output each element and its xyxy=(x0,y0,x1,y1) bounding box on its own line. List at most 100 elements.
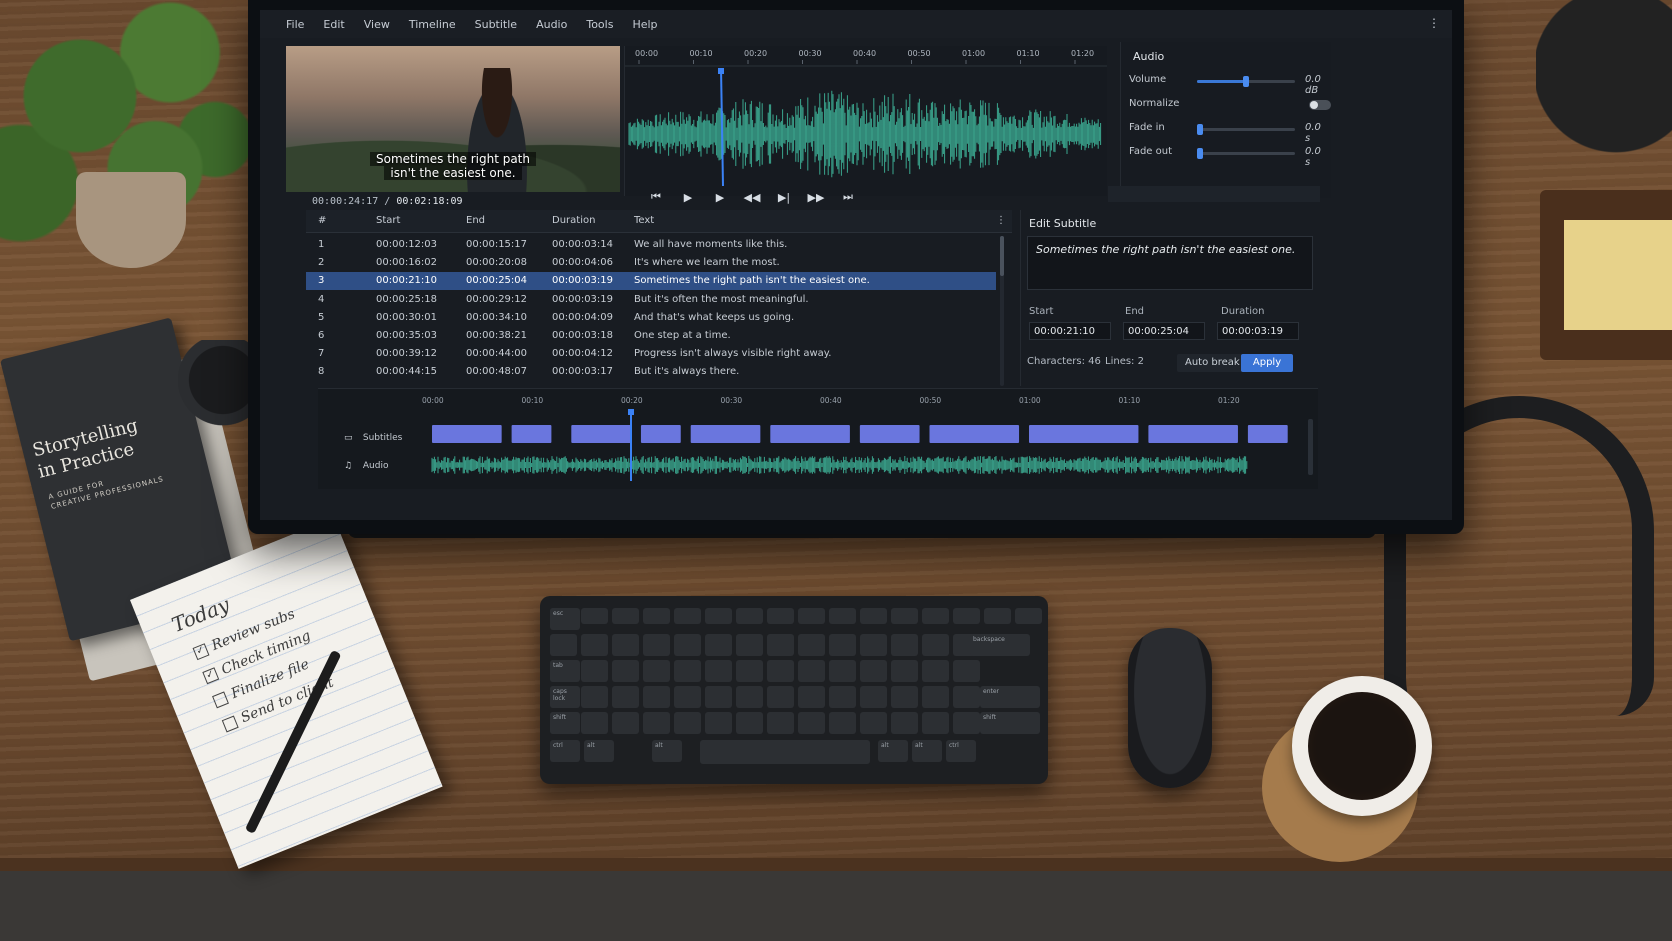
key xyxy=(705,608,732,624)
key xyxy=(643,608,670,624)
key-alt: alt xyxy=(652,740,682,762)
key xyxy=(860,686,887,708)
apply-button[interactable]: Apply xyxy=(1241,354,1293,372)
column-header-number[interactable]: # xyxy=(318,215,326,226)
key xyxy=(798,660,825,682)
fast-forward-icon[interactable]: ▶▶ xyxy=(800,191,832,204)
skip-start-icon[interactable]: ⏮ xyxy=(640,190,672,204)
timeline-ruler-label: 00:10 xyxy=(522,396,544,405)
end-field[interactable]: 00:00:25:04 xyxy=(1123,322,1205,340)
column-header-duration[interactable]: Duration xyxy=(552,215,595,226)
menu-view[interactable]: View xyxy=(364,18,390,31)
subtitle-clip[interactable] xyxy=(1148,425,1238,443)
timeline-scrollbar[interactable] xyxy=(1308,419,1313,475)
fade-out-row: Fade out 0.0 s xyxy=(1129,146,1329,168)
menu-timeline[interactable]: Timeline xyxy=(409,18,456,31)
fade-in-slider[interactable] xyxy=(1197,124,1295,135)
subtitle-text-input[interactable]: Sometimes the right path isn't the easie… xyxy=(1027,236,1313,290)
key xyxy=(705,686,732,708)
fade-out-slider[interactable] xyxy=(1197,148,1295,159)
ruler-label: 01:00 xyxy=(962,49,985,58)
normalize-toggle[interactable] xyxy=(1309,100,1331,110)
key xyxy=(736,634,763,656)
key xyxy=(953,686,980,708)
subtitle-clip[interactable] xyxy=(571,425,631,443)
column-header-start[interactable]: Start xyxy=(376,215,400,226)
time-separator: / xyxy=(384,196,391,207)
table-row[interactable]: 7 00:00:39:12 00:00:44:00 00:00:04:12 Progre… xyxy=(306,345,996,363)
rewind-icon[interactable]: ◀◀ xyxy=(736,191,768,204)
cell-end: 00:00:38:21 xyxy=(466,330,528,341)
cell-text: We all have moments like this. xyxy=(634,239,788,250)
subtitle-clip[interactable] xyxy=(1029,425,1139,443)
playhead[interactable] xyxy=(720,67,724,187)
start-field[interactable]: 00:00:21:10 xyxy=(1029,322,1111,340)
fade-out-value: 0.0 s xyxy=(1305,146,1321,168)
volume-slider[interactable] xyxy=(1197,76,1295,87)
table-row[interactable]: 4 00:00:25:18 00:00:29:12 00:00:03:19 But it… xyxy=(306,291,996,309)
menu-file[interactable]: File xyxy=(286,18,304,31)
table-scrollbar[interactable] xyxy=(1000,236,1004,386)
volume-row: Volume 0.0 dB xyxy=(1129,74,1329,96)
table-row[interactable]: 5 00:00:30:01 00:00:34:10 00:00:04:09 And th… xyxy=(306,309,996,327)
timeline-panel[interactable]: 00:00 00:10 00:20 00:30 00:40 00:50 01:00 01:10… xyxy=(318,388,1318,489)
subtitle-clip[interactable] xyxy=(929,425,1020,443)
subtitle-clip[interactable] xyxy=(511,425,552,443)
cell-start: 00:00:39:12 xyxy=(376,348,438,360)
key xyxy=(891,712,918,734)
menu-help[interactable]: Help xyxy=(632,18,657,31)
duration-field[interactable]: 00:00:03:19 xyxy=(1217,322,1299,340)
normalize-row: Normalize xyxy=(1129,98,1331,114)
table-row[interactable]: 6 00:00:35:03 00:00:38:21 00:00:03:18 One st… xyxy=(306,327,996,345)
video-preview[interactable]: Sometimes the right path isn't the easie… xyxy=(286,46,620,192)
table-row[interactable]: 8 00:00:44:15 00:00:48:07 00:00:03:17 But it… xyxy=(306,363,996,381)
table-row[interactable]: 3 00:00:21:10 00:00:25:04 00:00:03:19 Someti… xyxy=(306,272,996,291)
skip-end-icon[interactable]: ⏭ xyxy=(832,190,864,204)
key xyxy=(581,608,608,624)
menu-tools[interactable]: Tools xyxy=(586,18,613,31)
waveform-panel[interactable]: 00:00 00:10 00:20 00:30 00:40 00:50 01:00 01:10… xyxy=(624,46,1107,196)
subtitle-clip[interactable] xyxy=(1247,425,1288,443)
key xyxy=(984,608,1011,624)
table-row[interactable]: 1 00:00:12:03 00:00:15:17 00:00:03:14 We all… xyxy=(306,236,996,254)
ruler-label: 00:30 xyxy=(799,49,822,58)
subtitle-clip[interactable] xyxy=(859,425,920,443)
monitor: File Edit View Timeline Subtitle Audio Tools He… xyxy=(248,0,1464,534)
key xyxy=(922,712,949,734)
key xyxy=(705,634,732,656)
key-caps-lock: caps lock xyxy=(550,686,580,708)
cell-num: 2 xyxy=(318,257,325,269)
cell-start: 00:00:25:18 xyxy=(376,293,438,305)
play-icon[interactable]: ▶ xyxy=(704,191,736,204)
menu-edit[interactable]: Edit xyxy=(323,18,344,31)
subtitle-clip[interactable] xyxy=(432,425,502,443)
fade-in-thumb[interactable] xyxy=(1197,124,1203,135)
step-icon[interactable]: ▶| xyxy=(768,191,800,204)
key xyxy=(581,712,608,734)
key xyxy=(922,608,949,624)
volume-thumb[interactable] xyxy=(1243,76,1249,87)
cell-text: But it's often the most meaningful. xyxy=(634,293,809,305)
key xyxy=(643,686,670,708)
audio-track-wave xyxy=(431,456,1248,474)
column-header-text[interactable]: Text xyxy=(634,215,654,226)
table-row[interactable]: 2 00:00:16:02 00:00:20:08 00:00:04:06 It's w… xyxy=(306,254,996,272)
fade-in-label: Fade in xyxy=(1129,122,1165,133)
volume-label: Volume xyxy=(1129,74,1167,85)
key xyxy=(581,686,608,708)
menu-subtitle[interactable]: Subtitle xyxy=(475,18,517,31)
key xyxy=(643,660,670,682)
auto-break-button[interactable]: Auto break xyxy=(1177,354,1248,372)
menu-audio[interactable]: Audio xyxy=(536,18,567,31)
fade-out-thumb[interactable] xyxy=(1197,148,1203,159)
column-header-end[interactable]: End xyxy=(466,215,485,226)
key xyxy=(891,608,918,624)
play-icon[interactable]: ▶ xyxy=(672,191,704,204)
kebab-icon[interactable]: ⋮ xyxy=(996,215,1006,226)
subtitle-clip[interactable] xyxy=(640,425,681,443)
kebab-icon[interactable]: ⋮ xyxy=(1428,16,1440,30)
timeline-ruler-label: 00:20 xyxy=(621,396,643,405)
subtitle-clip[interactable] xyxy=(770,425,850,443)
music-note-icon: ♫ xyxy=(344,461,353,471)
subtitle-clip[interactable] xyxy=(690,425,761,443)
